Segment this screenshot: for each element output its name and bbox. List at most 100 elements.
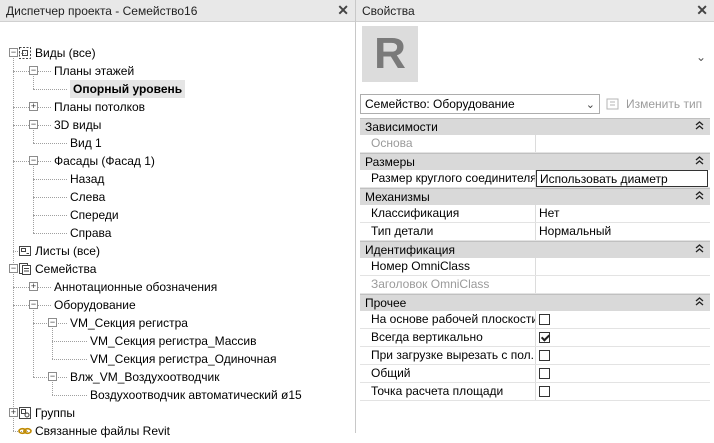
expand-icon[interactable]: + — [29, 102, 38, 111]
property-name: Номер OmniClass — [360, 258, 536, 275]
tree-node[interactable]: VM_Секция регистра — [70, 314, 188, 332]
collapse-group-icon[interactable] — [695, 121, 704, 133]
properties-titlebar: Свойства ✕ — [356, 0, 714, 22]
tree-node[interactable]: Вид 1 — [70, 134, 102, 152]
edit-type-button[interactable]: Изменить тип — [606, 94, 710, 114]
property-row: При загрузке вырезать с пол... — [360, 347, 710, 365]
tree-node[interactable]: Виды (все) — [18, 44, 96, 62]
tree-connector-line — [52, 395, 87, 396]
tree-node[interactable]: Фасады (Фасад 1) — [54, 152, 155, 170]
property-value[interactable] — [536, 258, 710, 275]
tree-node[interactable]: VM_Секция регистра_Массив — [90, 332, 257, 350]
tree-node[interactable]: Планы этажей — [54, 62, 134, 80]
property-value[interactable]: Нет — [536, 205, 710, 222]
property-group-header[interactable]: Зависимости — [360, 118, 710, 135]
property-checkbox-cell[interactable] — [536, 347, 710, 364]
type-selector[interactable]: Семейство: Оборудование ⌄ — [360, 94, 600, 114]
property-row: Заголовок OmniClass — [360, 276, 710, 294]
collapse-group-icon[interactable] — [695, 156, 704, 168]
collapse-icon[interactable]: − — [9, 264, 18, 273]
collapse-icon[interactable]: − — [9, 48, 18, 57]
tree-node-label: Связанные файлы Revit — [35, 424, 171, 438]
tree-node[interactable]: Оборудование — [54, 296, 136, 314]
revit-logo: R — [374, 29, 406, 78]
close-icon[interactable]: ✕ — [696, 2, 708, 19]
tree-connector-line — [13, 53, 14, 431]
property-checkbox-cell[interactable] — [536, 311, 710, 328]
tree-node[interactable]: Группы — [18, 404, 75, 422]
property-checkbox-cell[interactable] — [536, 383, 710, 400]
property-group-header[interactable]: Размеры — [360, 153, 710, 170]
property-row: Размер круглого соединителя Использовать … — [360, 170, 710, 188]
tree-connector-line — [33, 143, 67, 144]
tree-connector-line — [52, 359, 87, 360]
property-value[interactable] — [536, 135, 710, 152]
property-group-header[interactable]: Идентификация — [360, 241, 710, 258]
collapse-icon[interactable]: − — [29, 120, 38, 129]
sheets-icon — [18, 244, 32, 258]
property-group-name: Прочее — [365, 296, 407, 310]
tree-node[interactable]: Планы потолков — [54, 98, 145, 116]
tree-node-label: Аннотационные обозначения — [54, 280, 218, 294]
close-icon[interactable]: ✕ — [337, 2, 349, 19]
tree-node-label: Справа — [70, 226, 112, 240]
checkbox[interactable] — [539, 368, 550, 379]
tree-node-label: Спереди — [70, 208, 119, 222]
chevron-down-icon[interactable]: ⌄ — [696, 50, 706, 64]
families-icon — [18, 262, 32, 276]
tree-node[interactable]: Листы (все) — [18, 242, 100, 260]
property-group-header[interactable]: Механизмы — [360, 188, 710, 205]
tree-node[interactable]: Влж_VM_Воздухоотводчик — [70, 368, 219, 386]
property-group-header[interactable]: Прочее — [360, 294, 710, 311]
property-checkbox-cell[interactable] — [536, 365, 710, 382]
tree-node-label: Воздухоотводчик автоматический ø15 — [90, 388, 302, 402]
tree-node-label: Вид 1 — [70, 136, 102, 150]
property-name: Основа — [360, 135, 536, 152]
tree-node[interactable]: Воздухоотводчик автоматический ø15 — [90, 386, 302, 404]
property-group-name: Размеры — [365, 155, 415, 169]
family-type-image: R — [362, 26, 418, 82]
expand-icon[interactable]: + — [29, 282, 38, 291]
type-selector-value: Семейство: Оборудование — [365, 97, 515, 111]
tree-node[interactable]: Семейства — [18, 260, 96, 278]
property-row: Классификация Нет — [360, 205, 710, 223]
tree-connector-line — [33, 89, 67, 90]
checkbox[interactable] — [539, 386, 550, 397]
tree-node[interactable]: Назад — [70, 170, 104, 188]
collapse-icon[interactable]: − — [29, 66, 38, 75]
tree-connector-line — [33, 197, 67, 198]
tree-node-label: Слева — [70, 190, 106, 204]
collapse-icon[interactable]: − — [48, 372, 57, 381]
properties-title: Свойства — [362, 3, 415, 18]
property-value[interactable] — [536, 276, 710, 293]
expand-icon[interactable]: + — [9, 408, 18, 417]
property-value[interactable]: Нормальный — [536, 223, 710, 240]
tree-node[interactable]: Опорный уровень — [70, 80, 186, 98]
property-value[interactable]: Использовать диаметр — [536, 170, 708, 187]
property-row: Точка расчета площади — [360, 383, 710, 401]
tree-node[interactable]: Справа — [70, 224, 111, 242]
collapse-group-icon[interactable] — [695, 191, 704, 203]
collapse-group-icon[interactable] — [695, 297, 704, 309]
project-browser-panel: Диспетчер проекта - Семейство16 ✕ − Виды … — [0, 0, 356, 438]
tree-node[interactable]: Спереди — [70, 206, 119, 224]
tree-node[interactable]: Аннотационные обозначения — [54, 278, 217, 296]
tree-connector-line — [33, 215, 67, 216]
project-browser-titlebar: Диспетчер проекта - Семейство16 ✕ — [0, 0, 355, 22]
property-name: Тип детали — [360, 223, 536, 240]
tree-node[interactable]: Слева — [70, 188, 105, 206]
properties-panel: Свойства ✕ R ⌄ Семейство: Оборудование ⌄… — [356, 0, 714, 433]
tree-node-label: Листы (все) — [35, 244, 100, 258]
checkbox[interactable] — [539, 332, 550, 343]
property-name: Всегда вертикально — [360, 329, 536, 346]
checkbox[interactable] — [539, 314, 550, 325]
property-checkbox-cell[interactable] — [536, 329, 710, 346]
checkbox[interactable] — [539, 350, 550, 361]
collapse-icon[interactable]: − — [29, 156, 38, 165]
collapse-icon[interactable]: − — [48, 318, 57, 327]
collapse-icon[interactable]: − — [29, 300, 38, 309]
tree-node[interactable]: 3D виды — [54, 116, 101, 134]
tree-node[interactable]: VM_Секция регистра_Одиночная — [90, 350, 276, 368]
tree-node[interactable]: Связанные файлы Revit — [18, 422, 170, 440]
collapse-group-icon[interactable] — [695, 244, 704, 256]
